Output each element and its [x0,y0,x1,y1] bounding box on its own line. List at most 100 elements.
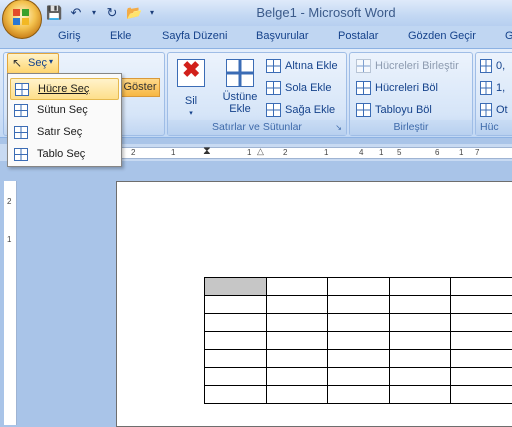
select-button[interactable]: ↖ Seç ▾ [7,53,59,74]
select-column-icon [14,104,28,117]
table-cell[interactable] [266,314,328,332]
cursor-icon: ↖ [12,56,22,70]
table-row [205,386,512,404]
table-cell[interactable] [328,278,390,296]
ruler-mark: 2 [7,197,11,206]
ruler-mark: 6 [435,148,439,157]
column-width-icon [480,81,492,95]
menu-item-select-column[interactable]: Sütun Seç [10,100,117,120]
ruler-mark: 1 [7,235,11,244]
merge-cells-button[interactable]: Hücreleri Birleştir [356,59,459,73]
tab-references[interactable]: Başvurular [256,30,309,42]
table-cell[interactable] [389,386,451,404]
office-button[interactable] [2,0,42,39]
table-row [205,332,512,350]
merge-cells-icon [356,59,371,73]
insert-below-icon [266,59,281,73]
table-cell[interactable] [266,386,328,404]
dialog-launcher-icon[interactable]: ↘ [335,120,342,135]
table-cell[interactable] [266,296,328,314]
window-title: Belge1 - Microsoft Word [0,5,512,20]
table-cell[interactable] [451,368,512,386]
table-row [205,314,512,332]
document-table[interactable] [204,277,512,404]
table-row [205,278,512,296]
group-merge-label: Birleştir [350,120,472,135]
split-cells-button[interactable]: Hücreleri Böl [356,81,438,95]
table-cell[interactable] [266,350,328,368]
table-cell[interactable] [389,314,451,332]
ruler-mark: 1 [171,148,175,157]
table-cell[interactable] [451,386,512,404]
column-marker-icon[interactable]: △ [257,146,264,157]
insert-left-button[interactable]: Sola Ekle [266,81,331,95]
table-cell[interactable] [389,332,451,350]
table-cell[interactable] [451,278,512,296]
split-cells-icon [356,81,371,95]
ruler-mark: 5 [397,148,401,157]
table-cell[interactable] [328,332,390,350]
table-cell[interactable] [389,350,451,368]
table-cell[interactable] [328,368,390,386]
table-cell[interactable] [328,296,390,314]
table-cell[interactable] [266,278,328,296]
select-menu: Hücre Seç Sütun Seç Satır Seç Tablo Seç [7,73,122,167]
ruler-mark: 1 [379,148,383,157]
insert-below-button[interactable]: Altına Ekle [266,59,338,73]
tab-view[interactable]: G [505,30,512,42]
table-cell[interactable] [328,350,390,368]
table-cell[interactable] [451,296,512,314]
split-table-button[interactable]: Tabloyu Böl [356,103,432,117]
document-page[interactable] [116,181,512,427]
tab-mailings[interactable]: Postalar [338,30,378,42]
insert-right-button[interactable]: Sağa Ekle [266,103,335,117]
select-table-icon [14,148,28,161]
table-row [205,350,512,368]
delete-icon: ✖ [177,59,205,87]
office-logo-icon [13,9,31,27]
table-cell[interactable] [451,314,512,332]
table-cell[interactable] [266,368,328,386]
menu-item-select-table[interactable]: Tablo Seç [10,144,117,164]
ruler-mark: 7 [475,148,479,157]
tab-page-layout[interactable]: Sayfa Düzeni [162,30,227,42]
table-cell[interactable] [205,332,267,350]
menu-item-select-row[interactable]: Satır Seç [10,122,117,142]
tab-review[interactable]: Gözden Geçir [408,30,476,42]
table-cell[interactable] [451,350,512,368]
table-cell[interactable] [205,368,267,386]
row-height-icon [480,59,492,73]
table-cell[interactable] [389,368,451,386]
group-cell-size: 0, 1, Ot Hüc [475,52,512,136]
table-cell[interactable] [205,296,267,314]
menu-item-select-cell[interactable]: Hücre Seç [10,78,119,100]
vertical-ruler[interactable]: 2 1 [4,181,17,425]
table-cell[interactable] [205,314,267,332]
table-cell[interactable] [205,386,267,404]
horizontal-ruler-strip[interactable]: 2 1 ⧗ 1 △ 2 1 4 1 5 6 1 7 [118,147,512,159]
group-cell-size-label: Hüc [476,120,512,135]
table-cell[interactable] [266,332,328,350]
split-table-icon [356,103,371,117]
tab-insert[interactable]: Ekle [110,30,131,42]
insert-left-icon [266,81,281,95]
table-cell[interactable] [328,314,390,332]
ruler-mark: 1 [247,148,251,157]
tab-home[interactable]: Giriş [58,30,81,42]
table-row [205,296,512,314]
table-cell[interactable] [451,332,512,350]
show-gridlines-button[interactable]: Göster [120,78,160,97]
row-height-field[interactable]: 0, [480,59,505,73]
table-cell[interactable] [389,278,451,296]
delete-button[interactable]: ✖ Sil ▾ [176,59,206,117]
column-width-field[interactable]: 1, [480,81,505,95]
table-cell[interactable] [205,278,267,296]
indent-marker-icon[interactable]: ⧗ [203,145,211,158]
select-cell-icon [15,83,29,96]
ruler-mark: 2 [283,148,287,157]
table-cell[interactable] [328,386,390,404]
autofit-button[interactable]: Ot [480,103,508,117]
table-cell[interactable] [205,350,267,368]
insert-above-button[interactable]: Üstüne Ekle [220,59,260,117]
table-cell[interactable] [389,296,451,314]
